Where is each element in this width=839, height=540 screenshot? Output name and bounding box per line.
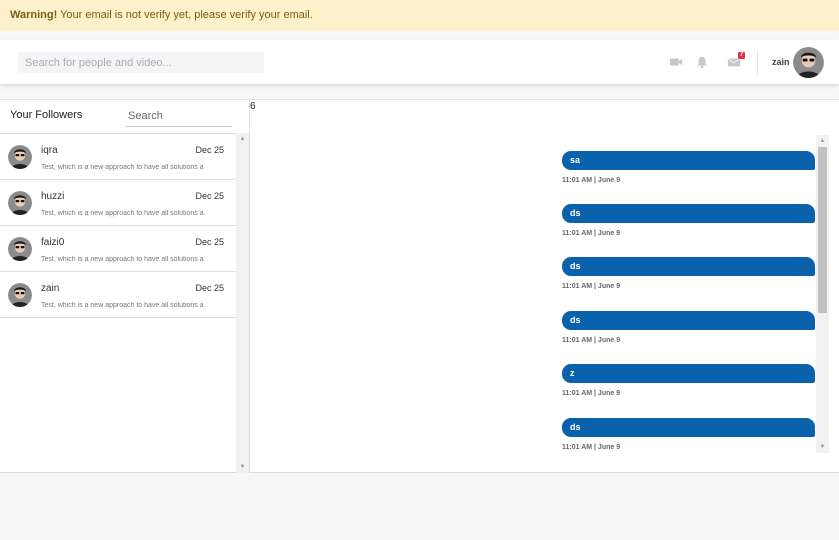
followers-list: iqra Dec 25 Test, which is a new approac… [0,133,236,473]
current-username[interactable]: zain [772,57,790,67]
page-footer-area [0,474,839,540]
followers-sidebar: Your Followers iqra Dec 25 Test, which i… [0,100,250,473]
follower-name: iqra [41,145,58,156]
user-avatar[interactable] [793,47,824,78]
follower-item[interactable]: huzzi Dec 25 Test, which is a new approa… [0,180,236,226]
follower-date: Dec 25 [195,191,224,201]
bell-icon[interactable] [695,55,709,69]
message-bubble: sa [562,151,815,170]
follower-item[interactable]: zain Dec 25 Test, which is a new approac… [0,272,236,318]
follower-avatar [8,237,32,261]
message-time: 11:01 AM | June 9 [562,444,621,451]
messages-panel: Your Followers iqra Dec 25 Test, which i… [0,99,839,473]
scroll-up-arrow-icon[interactable]: ▲ [236,133,249,145]
follower-name: huzzi [41,191,65,202]
followers-scrollbar[interactable]: ▲ ▼ [236,133,249,473]
message-count: 6 [250,101,256,112]
message-bubble: z [562,364,815,383]
message-bubble: ds [562,418,815,437]
follower-date: Dec 25 [195,237,224,247]
chat-scrollbar[interactable]: ▲ ▼ [816,135,829,453]
followers-search-input[interactable] [126,105,232,127]
follower-date: Dec 25 [195,283,224,293]
warning-strong: Warning! [10,9,58,21]
warning-text: Your email is not verify yet, please ver… [57,9,313,21]
message-item: ds 11:01 AM | June 9 [562,418,815,451]
message-time: 11:01 AM | June 9 [562,337,621,344]
message-time: 11:01 AM | June 9 [562,230,621,237]
message-item: ds 11:01 AM | June 9 [562,257,815,290]
email-warning-banner: Warning! Your email is not verify yet, p… [0,0,839,31]
message-bubble: ds [562,311,815,330]
mail-badge: 7 [738,52,745,59]
follower-name: zain [41,283,60,294]
follower-avatar [8,145,32,169]
message-item: ds 11:01 AM | June 9 [562,204,815,237]
follower-preview: Test, which is a new approach to have al… [41,210,204,217]
scroll-down-arrow-icon[interactable]: ▼ [816,441,829,453]
message-item: ds 11:01 AM | June 9 [562,311,815,344]
follower-preview: Test, which is a new approach to have al… [41,302,204,309]
top-navbar: 7 zain [0,40,839,84]
navbar-divider [757,50,758,75]
follower-date: Dec 25 [195,145,224,155]
global-search-input[interactable] [18,52,264,73]
message-item: sa 11:01 AM | June 9 [562,151,815,184]
scroll-up-arrow-icon[interactable]: ▲ [816,135,829,147]
message-time: 11:01 AM | June 9 [562,283,621,290]
scroll-down-arrow-icon[interactable]: ▼ [236,461,249,473]
message-item: z 11:01 AM | June 9 [562,364,815,397]
message-bubble: ds [562,204,815,223]
chat-scroll-thumb[interactable] [818,147,827,313]
chat-messages: sa 11:01 AM | June 9 ds 11:01 AM | June … [250,135,826,453]
message-time: 11:01 AM | June 9 [562,390,621,397]
follower-item[interactable]: iqra Dec 25 Test, which is a new approac… [0,134,236,180]
follower-preview: Test, which is a new approach to have al… [41,256,204,263]
follower-item[interactable]: faizi0 Dec 25 Test, which is a new appro… [0,226,236,272]
follower-name: faizi0 [41,237,65,248]
message-bubble: ds [562,257,815,276]
follower-preview: Test, which is a new approach to have al… [41,164,204,171]
followers-title: Your Followers [10,109,83,121]
message-time: 11:01 AM | June 9 [562,177,621,184]
follower-avatar [8,283,32,307]
follower-avatar [8,191,32,215]
video-icon[interactable] [669,55,683,69]
envelope-icon[interactable]: 7 [727,52,745,69]
